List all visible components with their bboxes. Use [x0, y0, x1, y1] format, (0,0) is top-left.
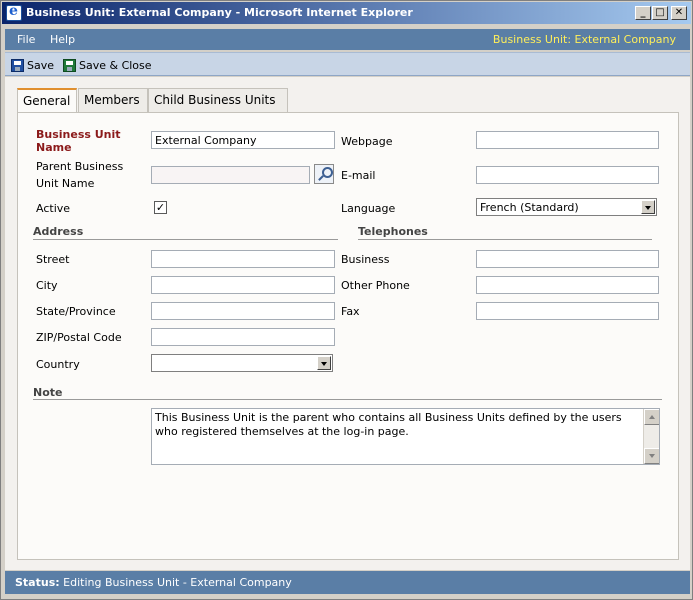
lookup-icon[interactable] [314, 164, 334, 184]
minimize-button[interactable]: _ [635, 6, 651, 20]
business-phone-input[interactable] [476, 250, 659, 268]
zip-label: ZIP/Postal Code [36, 331, 122, 344]
active-label: Active [36, 202, 71, 215]
state-input[interactable] [151, 302, 335, 320]
telephones-section-title: Telephones [358, 225, 428, 238]
status-bar: Status: Editing Business Unit - External… [5, 571, 690, 594]
scroll-down-icon[interactable] [644, 448, 659, 464]
note-textarea[interactable]: This Business Unit is the parent who con… [151, 408, 660, 465]
other-phone-label: Other Phone [341, 279, 410, 292]
save-close-icon [63, 58, 76, 72]
context-title: Business Unit: External Company [492, 33, 676, 46]
close-button[interactable]: ✕ [671, 6, 687, 20]
other-phone-input[interactable] [476, 276, 659, 294]
country-select[interactable] [151, 354, 333, 372]
state-label: State/Province [36, 305, 116, 318]
webpage-label: Webpage [341, 135, 393, 148]
note-text: This Business Unit is the parent who con… [155, 411, 622, 438]
save-close-label: Save & Close [79, 58, 152, 72]
business-phone-label: Business [341, 253, 390, 266]
street-input[interactable] [151, 250, 335, 268]
language-label: Language [341, 202, 396, 215]
language-value: French (Standard) [480, 201, 579, 214]
menu-file[interactable]: File [17, 33, 35, 46]
name-label-line2: Name [36, 141, 72, 154]
parent-label-line2: Unit Name [36, 177, 95, 190]
note-section-title: Note [33, 386, 63, 399]
language-select[interactable]: French (Standard) [476, 198, 657, 216]
webpage-input[interactable] [476, 131, 659, 149]
telephones-divider [358, 239, 652, 240]
city-label: City [36, 279, 58, 292]
street-label: Street [36, 253, 70, 266]
scroll-up-icon[interactable] [644, 409, 659, 425]
parent-label-line1: Parent Business [36, 160, 124, 173]
maximize-button[interactable]: □ [652, 6, 668, 20]
city-input[interactable] [151, 276, 335, 294]
address-section-title: Address [33, 225, 84, 238]
country-label: Country [36, 358, 80, 371]
save-icon [11, 58, 24, 72]
menu-help[interactable]: Help [50, 33, 75, 46]
status-label: Status: [15, 576, 60, 589]
address-divider [33, 239, 338, 240]
business-unit-name-input[interactable]: External Company [151, 131, 335, 149]
window-title: Business Unit: External Company - Micros… [26, 6, 413, 19]
fax-input[interactable] [476, 302, 659, 320]
save-close-button[interactable]: Save & Close [63, 57, 152, 73]
browser-window: Business Unit: External Company - Micros… [0, 0, 693, 600]
name-label-line1: Business Unit [36, 128, 121, 141]
tab-general[interactable]: General [17, 88, 77, 112]
note-scrollbar[interactable] [643, 409, 659, 464]
toolbar: Save Save & Close [5, 52, 690, 76]
general-panel: Business Unit Name External Company Pare… [17, 112, 679, 560]
ie-logo-icon [6, 3, 22, 21]
save-button[interactable]: Save [11, 57, 54, 73]
status-text: Editing Business Unit - External Company [63, 576, 292, 589]
tab-child-business-units[interactable]: Child Business Units [148, 88, 288, 112]
content-area: General Members Child Business Units Bus… [5, 77, 690, 570]
chevron-down-icon[interactable] [641, 200, 655, 214]
active-checkbox[interactable]: ✓ [154, 201, 167, 214]
tab-members[interactable]: Members [78, 88, 148, 112]
note-divider [33, 399, 662, 400]
title-bar: Business Unit: External Company - Micros… [2, 2, 691, 24]
fax-label: Fax [341, 305, 360, 318]
zip-input[interactable] [151, 328, 335, 346]
save-label: Save [27, 58, 55, 72]
email-input[interactable] [476, 166, 659, 184]
email-label: E-mail [341, 169, 376, 182]
menu-bar: File Help Business Unit: External Compan… [5, 29, 690, 50]
chevron-down-icon[interactable] [317, 356, 331, 370]
parent-business-unit-input[interactable] [151, 166, 310, 184]
